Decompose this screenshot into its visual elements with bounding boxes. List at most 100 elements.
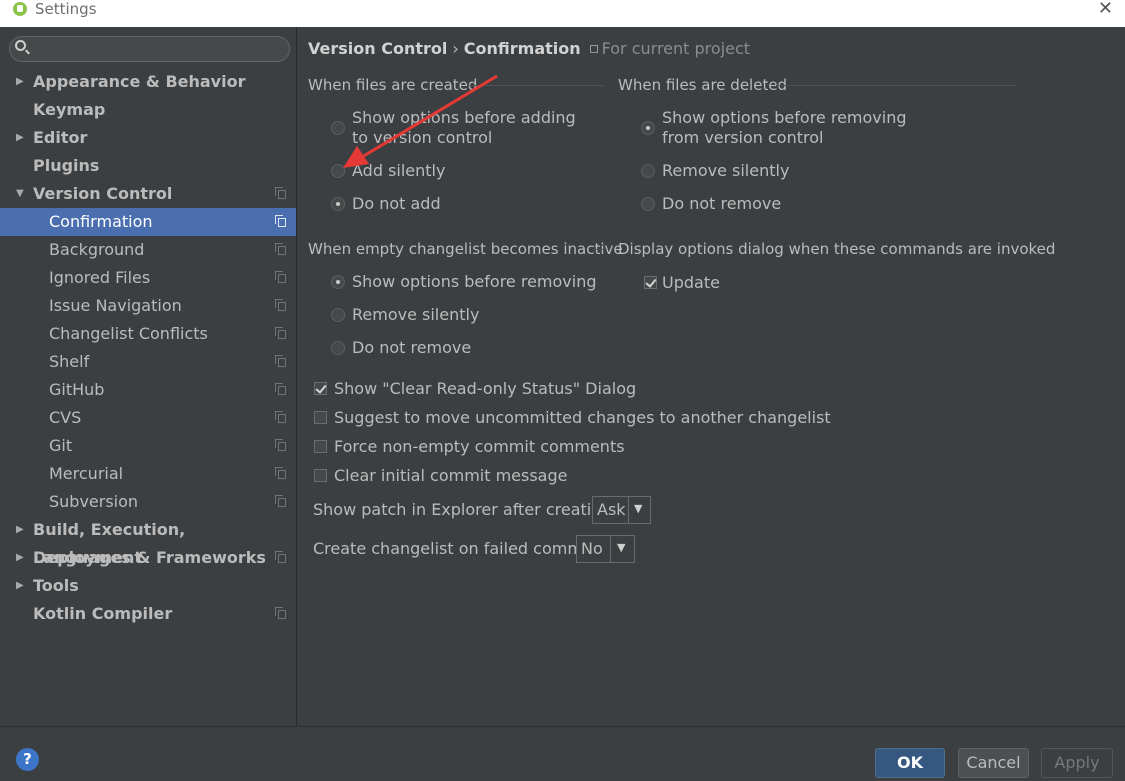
ok-button[interactable]: OK (875, 748, 945, 778)
sidebar-item-github[interactable]: GitHub (0, 376, 296, 404)
project-scope-icon (275, 383, 286, 395)
sidebar-item-confirmation[interactable]: Confirmation (0, 208, 296, 236)
project-scope-icon (275, 467, 286, 479)
sidebar-item-kotlin-compiler[interactable]: Kotlin Compiler (0, 600, 296, 628)
sidebar-item-label: Tools (33, 576, 79, 595)
radio-show-options-adding[interactable]: Show options before adding to version co… (298, 108, 598, 148)
sidebar-item-changelist-conflicts[interactable]: Changelist Conflicts (0, 320, 296, 348)
files-created-title: When files are created (308, 76, 478, 94)
radio-button[interactable] (331, 308, 345, 322)
show-patch-dropdown[interactable]: Ask ▼ (592, 496, 651, 524)
sidebar-item-label: Git (49, 436, 73, 455)
checkbox-force-comments[interactable]: Force non-empty commit comments (298, 437, 818, 457)
radio-empty-show-options[interactable]: Show options before removing (298, 272, 598, 292)
sidebar-item-label: Keymap (33, 100, 106, 119)
sidebar-item-keymap[interactable]: Keymap (0, 96, 296, 124)
radio-do-not-add[interactable]: Do not add (298, 194, 598, 214)
checkbox[interactable] (644, 276, 657, 289)
group-divider (469, 85, 604, 86)
show-patch-label: Show patch in Explorer after creation: (313, 500, 617, 519)
scope-label: For current project (601, 39, 751, 58)
sidebar-item-git[interactable]: Git (0, 432, 296, 460)
sidebar-item-background[interactable]: Background (0, 236, 296, 264)
checkbox-suggest-move[interactable]: Suggest to move uncommitted changes to a… (298, 408, 831, 428)
chevron-down-icon: ▼ (617, 541, 626, 554)
sidebar-item-label: Appearance & Behavior (33, 72, 246, 91)
checkbox[interactable] (314, 411, 327, 424)
dropdown-divider (628, 497, 629, 523)
radio-remove-silently[interactable]: Remove silently (608, 161, 908, 181)
project-scope-icon (275, 551, 286, 563)
breadcrumb-parent: Version Control (308, 39, 448, 58)
radio-button[interactable] (331, 121, 345, 135)
expand-arrow-icon[interactable]: ▶ (16, 544, 24, 572)
sidebar-item-tools[interactable]: ▶ Tools (0, 572, 296, 600)
sidebar-item-editor[interactable]: ▶ Editor (0, 124, 296, 152)
sidebar-item-label: Ignored Files (49, 268, 151, 287)
radio-do-not-remove[interactable]: Do not remove (608, 194, 908, 214)
expand-arrow-icon[interactable]: ▶ (16, 572, 24, 600)
sidebar-item-issue-navigation[interactable]: Issue Navigation (0, 292, 296, 320)
cancel-button[interactable]: Cancel (958, 748, 1029, 778)
checkbox[interactable] (314, 382, 327, 395)
sidebar-item-label: Plugins (33, 156, 100, 175)
project-scope-icon (275, 215, 286, 227)
sidebar-item-subversion[interactable]: Subversion (0, 488, 296, 516)
dropdown-divider (610, 536, 611, 562)
collapse-arrow-icon[interactable]: ▼ (16, 180, 24, 208)
dialog-footer: ? OK Cancel Apply (0, 726, 1125, 781)
sidebar-item-languages-frameworks[interactable]: ▶ Languages & Frameworks (0, 544, 296, 572)
breadcrumb: Version Control › Confirmation For current … (308, 39, 750, 59)
radio-show-options-removing[interactable]: Show options before removing from versio… (608, 108, 908, 148)
sidebar-item-label: Languages & Frameworks (33, 548, 266, 567)
project-scope-icon (275, 243, 286, 255)
sidebar-item-cvs[interactable]: CVS (0, 404, 296, 432)
dropdown-value: Ask (597, 500, 626, 519)
sidebar-item-label: Shelf (49, 352, 90, 371)
radio-button[interactable] (331, 197, 345, 211)
expand-arrow-icon[interactable]: ▶ (16, 516, 24, 544)
sidebar-item-label: GitHub (49, 380, 105, 399)
radio-add-silently[interactable]: Add silently (298, 161, 598, 181)
sidebar-item-version-control[interactable]: ▼ Version Control (0, 180, 296, 208)
android-studio-icon (13, 2, 27, 16)
expand-arrow-icon[interactable]: ▶ (16, 124, 24, 152)
help-icon[interactable]: ? (16, 748, 39, 771)
radio-button[interactable] (641, 197, 655, 211)
checkbox[interactable] (314, 469, 327, 482)
sidebar-item-appearance-behavior[interactable]: ▶ Appearance & Behavior (0, 68, 296, 96)
files-deleted-title: When files are deleted (618, 76, 788, 94)
radio-button[interactable] (331, 275, 345, 289)
sidebar-item-label: Background (49, 240, 145, 259)
radio-empty-remove-silently[interactable]: Remove silently (298, 305, 598, 325)
radio-button[interactable] (331, 164, 345, 178)
sidebar-item-label: Mercurial (49, 464, 124, 483)
checkbox[interactable] (314, 440, 327, 453)
apply-button[interactable]: Apply (1041, 748, 1113, 778)
create-changelist-dropdown[interactable]: No ▼ (576, 535, 635, 563)
expand-arrow-icon[interactable]: ▶ (16, 68, 24, 96)
window-title: Settings (35, 0, 97, 18)
radio-button[interactable] (641, 164, 655, 178)
sidebar-item-label: Version Control (33, 184, 173, 203)
search-input[interactable] (9, 36, 290, 62)
radio-button[interactable] (641, 121, 655, 135)
radio-empty-do-not-remove[interactable]: Do not remove (298, 338, 598, 358)
sidebar-item-ignored-files[interactable]: Ignored Files (0, 264, 296, 292)
sidebar-item-plugins[interactable]: Plugins (0, 152, 296, 180)
checkbox-update[interactable]: Update (608, 273, 808, 293)
breadcrumb-separator: › (452, 39, 459, 58)
empty-changelist-title: When empty changelist becomes inactive (308, 240, 623, 258)
sidebar-item-label: Kotlin Compiler (33, 604, 173, 623)
sidebar-item-shelf[interactable]: Shelf (0, 348, 296, 376)
sidebar-item-mercurial[interactable]: Mercurial (0, 460, 296, 488)
sidebar-item-build-execution-deployment[interactable]: ▶ Build, Execution, Deployment (0, 516, 296, 567)
title-bar: Settings ✕ (0, 0, 1125, 27)
display-options-title: Display options dialog when these comman… (618, 240, 1056, 258)
checkbox-clear-initial[interactable]: Clear initial commit message (298, 466, 818, 486)
project-scope-icon (275, 299, 286, 311)
search-icon (15, 40, 26, 51)
checkbox-clear-readonly[interactable]: Show "Clear Read-only Status" Dialog (298, 379, 818, 399)
radio-button[interactable] (331, 341, 345, 355)
close-icon[interactable]: ✕ (1098, 0, 1113, 18)
